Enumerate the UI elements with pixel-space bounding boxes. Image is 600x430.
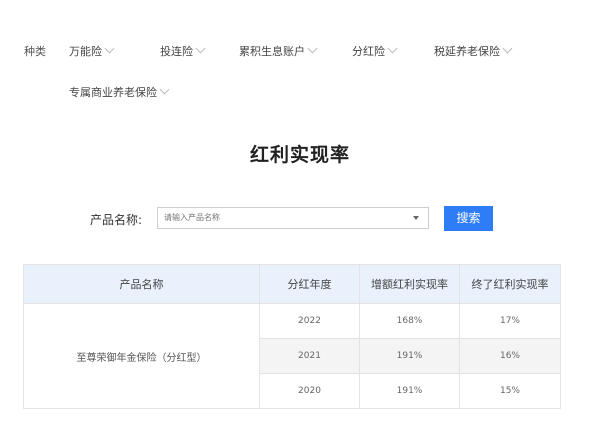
increase-rate-cell: 191%	[359, 373, 460, 409]
header-dividend-year: 分红年度	[259, 264, 360, 304]
category-participating[interactable]: 分红险	[352, 43, 398, 59]
product-name-cell: 至尊荣御年金保险（分红型）	[23, 303, 260, 409]
year-cell: 2022	[259, 303, 360, 339]
category-item-label: 投连险	[160, 45, 193, 58]
category-item-label: 分红险	[352, 45, 385, 58]
year-cell: 2020	[259, 373, 360, 409]
page-title: 红利实现率	[249, 144, 350, 166]
category-item-label: 专属商业养老保险	[69, 86, 157, 99]
chevron-down-icon	[195, 43, 206, 54]
header-product-name: 产品名称	[23, 264, 260, 304]
category-item-label: 税延养老保险	[434, 45, 500, 58]
table-row: 至尊荣御年金保险（分红型） 2022 168% 17%	[23, 303, 561, 409]
category-item-label: 万能险	[69, 45, 102, 58]
header-increase-rate: 增额红利实现率	[359, 264, 460, 304]
chevron-down-icon	[104, 43, 115, 54]
category-investment-linked[interactable]: 投连险	[160, 43, 206, 59]
increase-rate-cell: 191%	[359, 338, 460, 374]
chevron-down-icon	[502, 43, 513, 54]
category-exclusive-pension[interactable]: 专属商业养老保险	[69, 84, 170, 100]
product-name-select[interactable]: 请输入产品名称	[157, 207, 429, 229]
chevron-down-icon	[307, 43, 318, 54]
chevron-down-icon	[387, 43, 398, 54]
category-label: 种类	[24, 45, 46, 58]
terminal-rate-cell: 16%	[459, 338, 561, 374]
search-button[interactable]: 搜索	[444, 206, 493, 231]
caret-down-icon	[413, 216, 419, 220]
dividend-rate-table: 产品名称 分红年度 增额红利实现率 终了红利实现率 至尊荣御年金保险（分红型） …	[23, 264, 561, 409]
product-name-placeholder: 请输入产品名称	[164, 213, 220, 222]
year-cell: 2021	[259, 338, 360, 374]
table-header-row: 产品名称 分红年度 增额红利实现率 终了红利实现率	[23, 264, 561, 304]
header-terminal-rate: 终了红利实现率	[459, 264, 561, 304]
category-tax-deferred-pension[interactable]: 税延养老保险	[434, 43, 513, 59]
product-name-label: 产品名称:	[90, 213, 143, 227]
category-item-label: 累积生息账户	[239, 45, 305, 58]
chevron-down-icon	[159, 84, 170, 95]
terminal-rate-cell: 17%	[459, 303, 561, 339]
increase-rate-cell: 168%	[359, 303, 460, 339]
category-accumulation-account[interactable]: 累积生息账户	[239, 43, 318, 59]
terminal-rate-cell: 15%	[459, 373, 561, 409]
category-universal-life[interactable]: 万能险	[69, 43, 115, 59]
